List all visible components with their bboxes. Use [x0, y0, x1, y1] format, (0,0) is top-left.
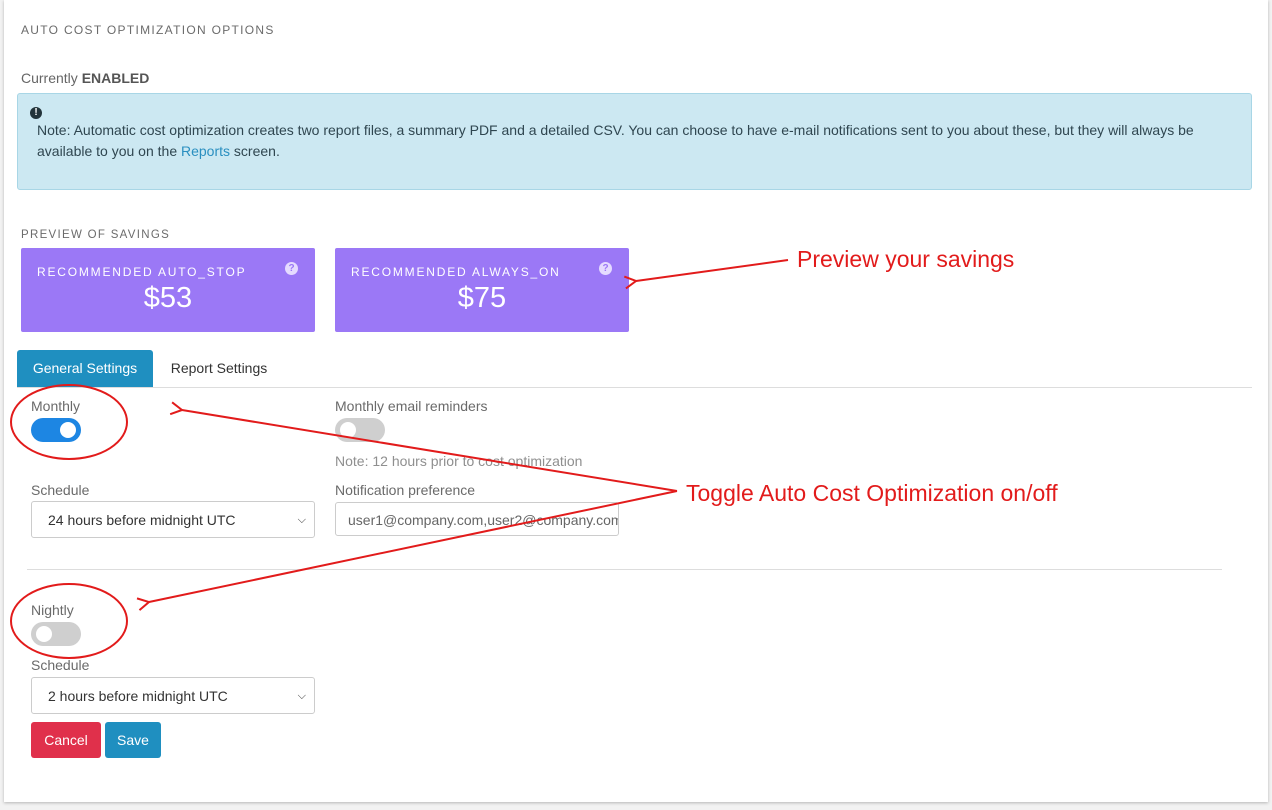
preview-arrow: [636, 259, 789, 281]
annotation-preview: Preview your savings: [797, 246, 1015, 272]
monthly-highlight-circle: [10, 384, 128, 460]
monthly-arrow: [182, 410, 678, 492]
nightly-arrow: [149, 490, 678, 602]
nightly-highlight-circle: [10, 583, 128, 659]
annotation-overlay: [10, 259, 789, 659]
annotation-toggle: Toggle Auto Cost Optimization on/off: [686, 480, 1058, 506]
